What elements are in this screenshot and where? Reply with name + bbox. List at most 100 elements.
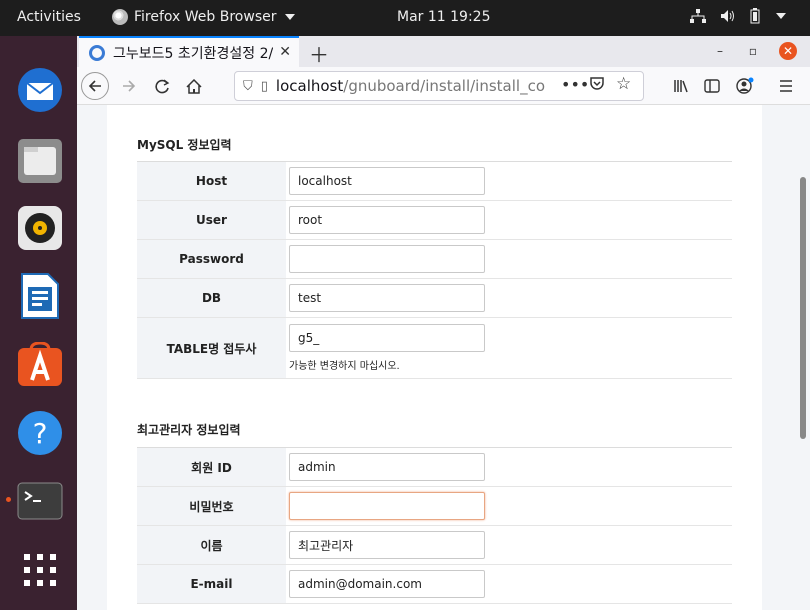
rhythmbox-launcher[interactable]: [16, 204, 64, 252]
page-viewport: MySQL 정보입력 Host User Password DB: [77, 105, 810, 610]
files-launcher[interactable]: [16, 137, 64, 185]
tab-install[interactable]: 그누보드5 초기환경설정 2/ ✕: [79, 36, 299, 67]
app-menu-label: Firefox Web Browser: [134, 9, 277, 25]
table-row: TABLE명 접두사 가능한 변경하지 마십시오.: [137, 318, 732, 379]
url-host: localhost: [275, 77, 344, 95]
table-prefix-help: 가능한 변경하지 마십시오.: [289, 361, 400, 372]
admin-name-input[interactable]: [289, 531, 485, 559]
ubuntu-software-icon: [18, 342, 62, 386]
mysql-section-title: MySQL 정보입력: [137, 138, 232, 152]
account-icon: [736, 77, 754, 94]
close-tab-icon[interactable]: ✕: [279, 44, 291, 60]
admin-email-input[interactable]: [289, 570, 485, 598]
network-icon: [690, 9, 706, 23]
admin-name-label: 이름: [137, 526, 286, 564]
battery-icon: [750, 8, 760, 24]
user-label: User: [137, 201, 286, 239]
home-icon: [186, 78, 202, 94]
pocket-icon[interactable]: [589, 76, 605, 96]
system-tray[interactable]: [690, 8, 786, 24]
chevron-down-icon: [284, 14, 295, 20]
ubuntu-top-bar: Activities Firefox Web Browser Mar 11 19…: [0, 0, 810, 36]
new-tab-button[interactable]: ＋: [309, 39, 329, 68]
terminal-launcher[interactable]: [16, 477, 64, 525]
install-content: MySQL 정보입력 Host User Password DB: [107, 105, 762, 610]
admin-section-title: 최고관리자 정보입력: [137, 423, 241, 437]
forward-button[interactable]: [115, 72, 143, 100]
clock[interactable]: Mar 11 19:25: [397, 9, 490, 25]
table-row: 회원 ID: [137, 448, 732, 487]
url-path: /gnuboard/install/install_co: [343, 77, 545, 95]
password-input[interactable]: [289, 245, 485, 273]
table-row: Host: [137, 162, 732, 201]
navigation-toolbar: ⛉ ▯ localhost/gnuboard/install/install_c…: [77, 67, 810, 105]
table-row: 비밀번호: [137, 487, 732, 526]
arrow-right-icon: [123, 80, 136, 92]
tab-bar: 그누보드5 초기환경설정 2/ ✕ ＋ – ▫ ✕: [77, 36, 810, 67]
activities-button[interactable]: Activities: [17, 9, 81, 25]
thunderbird-launcher[interactable]: [16, 66, 64, 114]
table-prefix-input[interactable]: [289, 324, 485, 352]
admin-password-input[interactable]: [289, 492, 485, 520]
show-apps-button[interactable]: [16, 546, 64, 594]
scroll-thumb[interactable]: [800, 177, 806, 439]
account-button[interactable]: [731, 72, 759, 100]
table-row: 이름: [137, 526, 732, 565]
admin-form-table: 회원 ID 비밀번호 이름 E-mail: [137, 447, 732, 604]
help-launcher[interactable]: ?: [16, 409, 64, 457]
host-label: Host: [137, 162, 286, 200]
db-label: DB: [137, 279, 286, 317]
library-icon: [674, 80, 688, 93]
table-row: User: [137, 201, 732, 240]
files-icon: [18, 139, 62, 183]
user-input[interactable]: [289, 206, 485, 234]
menu-button[interactable]: [772, 72, 800, 100]
page-info-icon[interactable]: ▯: [261, 79, 268, 94]
reload-button[interactable]: [148, 72, 176, 100]
maximize-button[interactable]: ▫: [744, 42, 762, 60]
firefox-window: 그누보드5 초기환경설정 2/ ✕ ＋ – ▫ ✕ ⛉ ▯ localhost /…: [77, 36, 810, 610]
volume-icon: [721, 10, 734, 22]
libreoffice-writer-icon: [21, 273, 59, 319]
thunderbird-icon: [18, 68, 62, 112]
sidebar-button[interactable]: [698, 72, 726, 100]
favicon-icon: [89, 44, 105, 61]
tab-title: 그누보드5 초기환경설정 2/: [113, 45, 273, 62]
dock: ?: [0, 36, 77, 610]
terminal-icon: [17, 482, 63, 520]
home-button[interactable]: [180, 72, 208, 100]
system-menu-chevron-icon: [776, 13, 786, 19]
app-grid-icon: [24, 554, 56, 586]
hamburger-icon: [780, 80, 792, 92]
help-icon: ?: [18, 411, 62, 455]
admin-password-label: 비밀번호: [137, 487, 286, 525]
svg-text:?: ?: [33, 417, 48, 450]
table-row: Password: [137, 240, 732, 279]
app-menu[interactable]: Firefox Web Browser: [112, 9, 295, 25]
table-prefix-label: TABLE명 접두사: [137, 318, 286, 378]
running-indicator: [6, 497, 11, 502]
rhythmbox-icon: [18, 206, 62, 250]
table-row: DB: [137, 279, 732, 318]
library-button[interactable]: [667, 72, 695, 100]
host-input[interactable]: [289, 167, 485, 195]
minimize-button[interactable]: –: [711, 42, 729, 60]
software-launcher[interactable]: [16, 341, 64, 389]
sidebar-icon: [704, 79, 720, 93]
admin-id-input[interactable]: [289, 453, 485, 481]
mysql-form-table: Host User Password DB TABLE명 접두사: [137, 161, 732, 379]
db-input[interactable]: [289, 284, 485, 312]
page-scrollbar[interactable]: [796, 105, 810, 610]
reload-icon: [154, 78, 169, 93]
page-actions-icon[interactable]: •••: [561, 75, 589, 94]
password-label: Password: [137, 240, 286, 278]
back-button[interactable]: [81, 72, 109, 100]
bookmark-star-icon[interactable]: ☆: [616, 74, 631, 94]
window-close-button[interactable]: ✕: [779, 42, 797, 60]
url-bar[interactable]: ⛉ ▯ localhost/gnuboard/install/install_c…: [234, 71, 644, 101]
writer-launcher[interactable]: [16, 272, 64, 320]
arrow-left-icon: [88, 80, 101, 92]
shield-icon[interactable]: ⛉: [243, 79, 253, 94]
firefox-icon: [112, 9, 128, 25]
admin-id-label: 회원 ID: [137, 448, 286, 486]
